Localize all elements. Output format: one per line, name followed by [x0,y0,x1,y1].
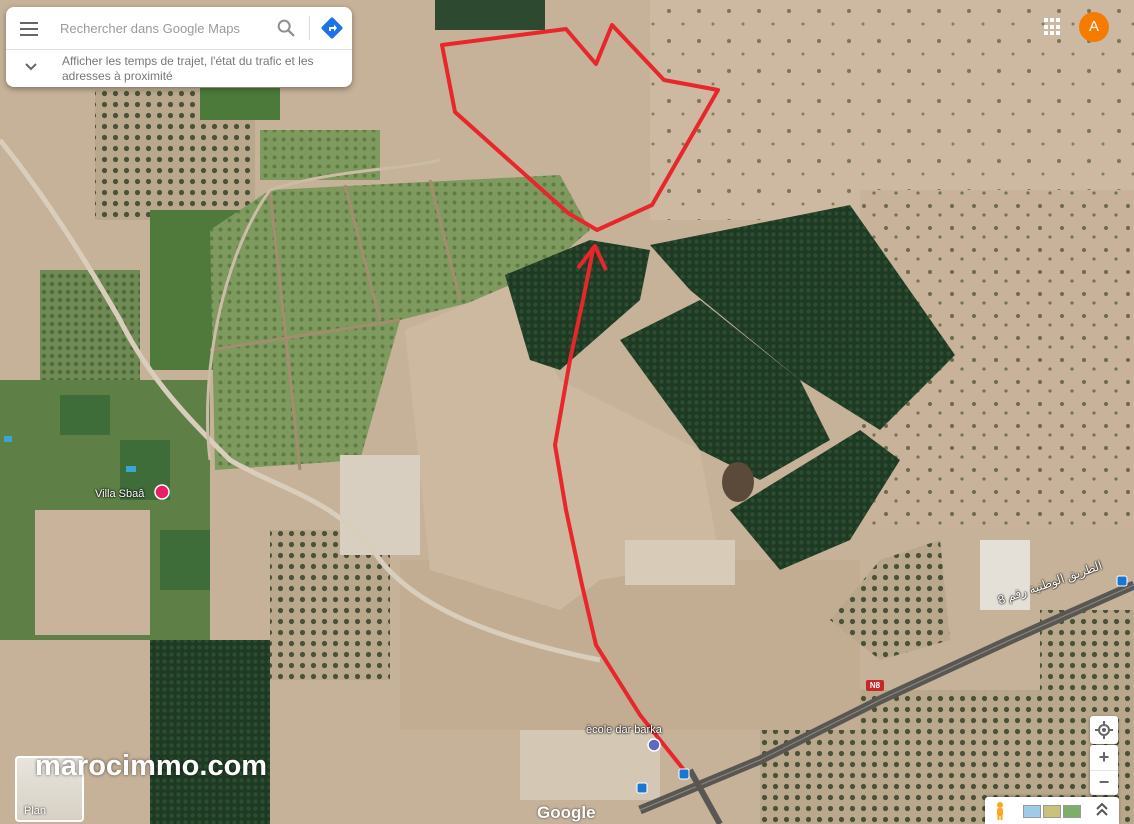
menu-icon[interactable] [18,19,40,37]
olive-field-e [1040,610,1134,730]
south-orchard [150,640,270,824]
school-label[interactable]: ècole dar barka [586,724,662,736]
directions-icon[interactable] [320,16,344,40]
avatar[interactable]: A [1079,12,1109,42]
north-green-strip [200,88,280,120]
pegman-icon[interactable] [993,801,1007,821]
villa-label[interactable]: Villa Sbaâ [95,488,144,500]
pool-1 [4,436,12,442]
bus-stop-icon[interactable] [1116,575,1128,587]
pond [722,462,754,502]
search-panel: Afficher les temps de trajet, l'état du … [6,7,352,87]
imagery-thumb-1[interactable] [1023,805,1041,818]
search-input[interactable] [60,18,260,38]
villa-green-3 [160,530,210,590]
search-icon[interactable] [274,17,298,39]
chevron-up-icon[interactable] [1095,802,1109,818]
chevron-down-icon[interactable] [24,62,38,72]
bus-stop-icon[interactable] [678,768,690,780]
zoom-out-button[interactable]: − [1090,770,1118,795]
satellite-map[interactable] [0,0,1134,824]
apps-grid-icon[interactable] [1044,18,1062,36]
imagery-thumb-2[interactable] [1043,805,1061,818]
bottom-toolbar [985,797,1119,824]
school-poi-icon[interactable] [647,738,661,752]
imagery-thumb-3[interactable] [1063,805,1081,818]
locate-icon [1095,721,1113,739]
village-buildings [340,455,420,555]
villa-poi-icon[interactable] [154,484,170,500]
farm-buildings [625,540,735,585]
watermark: marocimmo.com [35,750,268,782]
zoom-controls: + − [1090,745,1118,795]
sparse-field-s [400,560,860,730]
villa-plot-2 [30,660,145,760]
locate-button[interactable] [1090,716,1118,744]
search-row [6,7,352,50]
expand-details-row[interactable]: Afficher les temps de trajet, l'état du … [6,50,352,87]
map-type-label: Plan [24,805,47,817]
top-dark-plot [435,0,545,30]
bus-stop-icon[interactable] [636,782,648,794]
google-logo: Google [537,803,596,822]
villa-green-1 [60,395,110,435]
expand-details-text: Afficher les temps de trajet, l'état du … [62,54,314,83]
road-shield-n8: N8 [866,680,884,691]
search-divider [309,16,310,40]
pool-2 [126,466,136,472]
zoom-in-button[interactable]: + [1090,745,1118,771]
villa-plot-1 [35,510,150,635]
